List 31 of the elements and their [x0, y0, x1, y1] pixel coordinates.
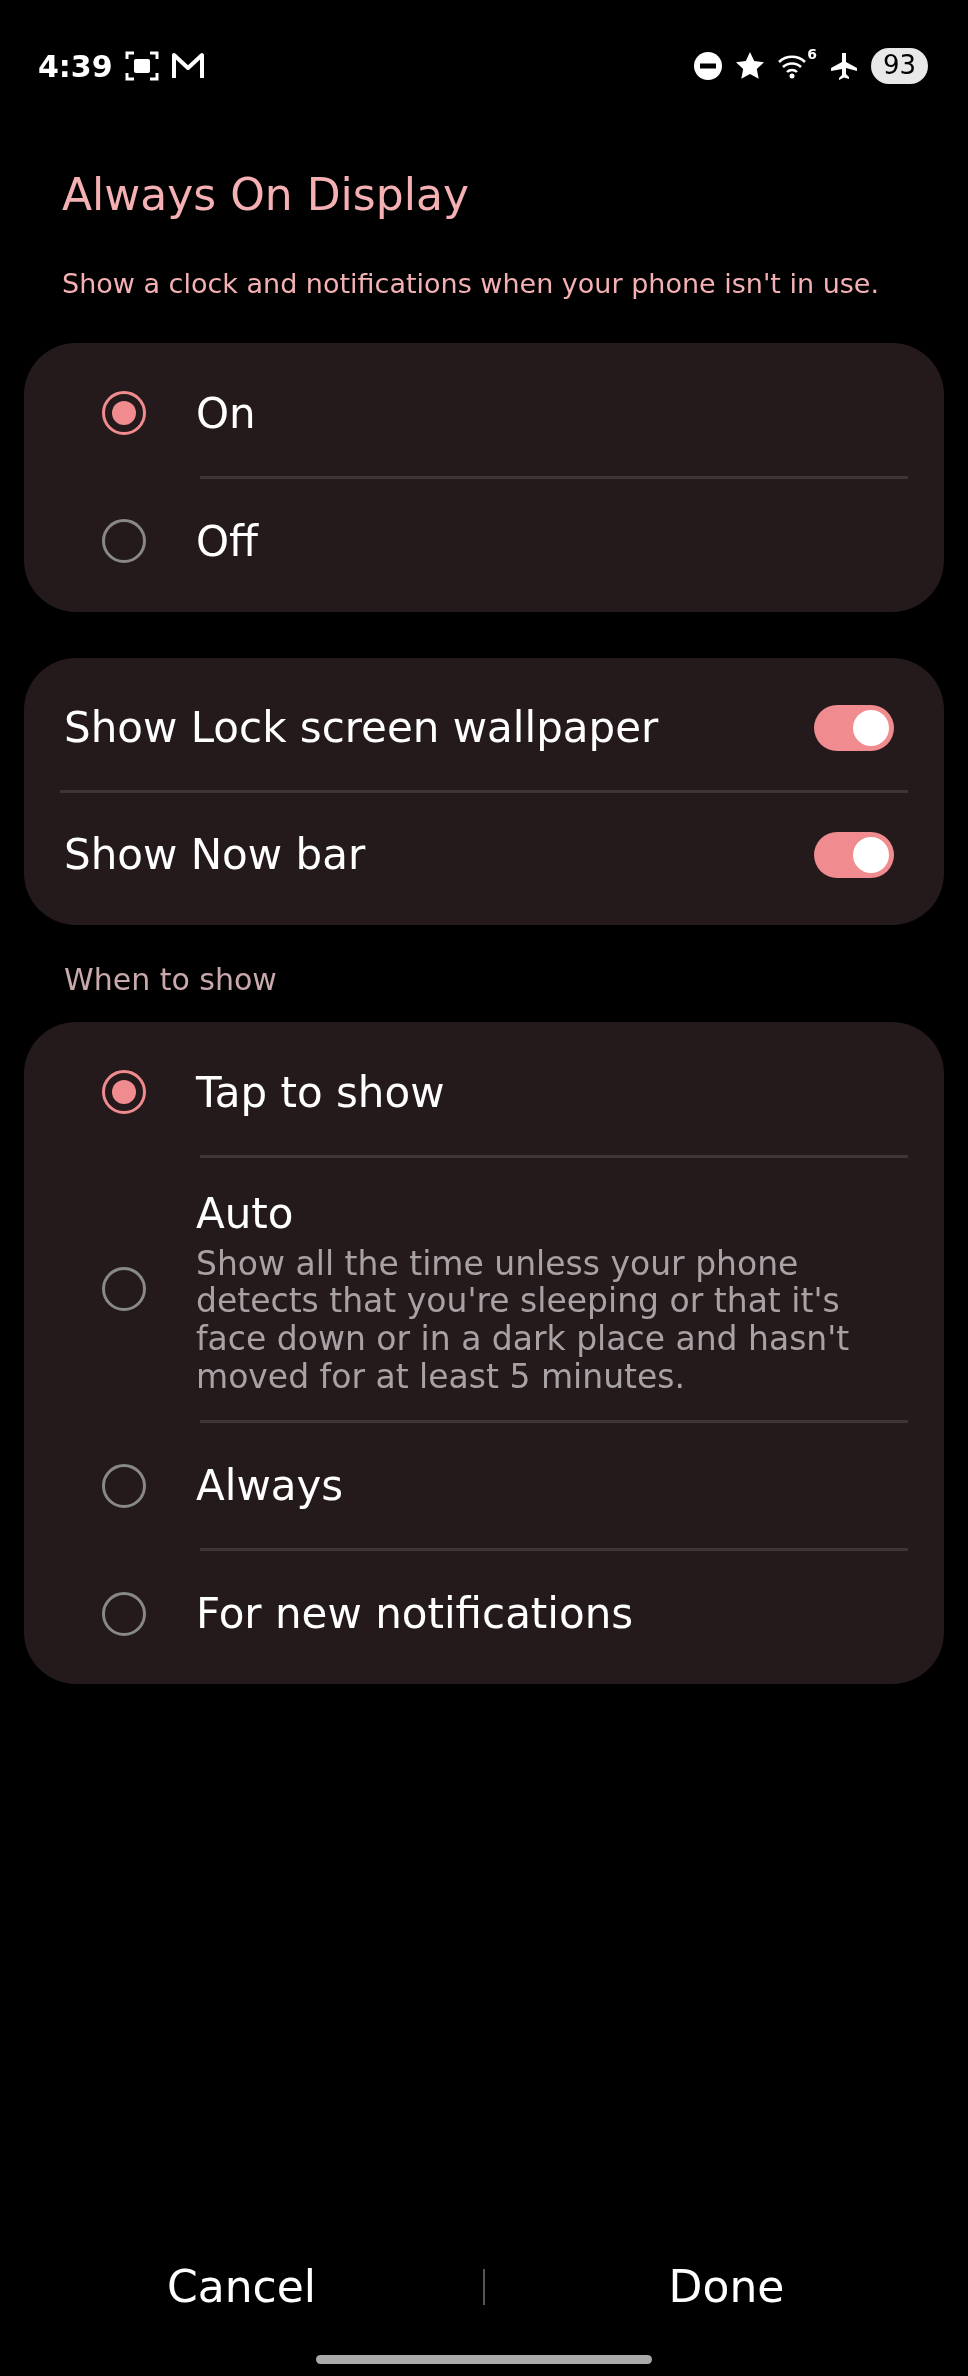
wifi-label: 6: [807, 45, 817, 65]
radio-button[interactable]: [102, 1591, 146, 1636]
cancel-button[interactable]: Cancel: [0, 2253, 483, 2321]
wifi-icon: [777, 53, 808, 79]
toggle-switch[interactable]: [814, 704, 894, 751]
option-label: Tap to show: [196, 1066, 445, 1119]
airplane-icon: [828, 51, 859, 81]
clock: 4:39: [38, 47, 113, 86]
option-label: On: [196, 387, 256, 440]
star-icon: [735, 51, 766, 81]
radio-button[interactable]: [102, 519, 146, 563]
setting-label: Show Lock screen wallpaper: [64, 702, 659, 754]
toggle-switch[interactable]: [814, 831, 894, 878]
page-description: Show a clock and notifications when your phone isn't in use.: [62, 267, 881, 301]
radio-button[interactable]: [102, 1463, 146, 1508]
radio-button[interactable]: [102, 1070, 146, 1114]
radio-button[interactable]: [102, 391, 146, 435]
setting-label: Show Now bar: [64, 829, 366, 881]
option-label: Off: [196, 515, 258, 568]
option-description: Show all the time unless your phone detects that you're sleeping or that it's face down or in a dark place and hasn't moved for at least 5 minutes.: [196, 1244, 851, 1397]
do-not-disturb-icon: [693, 51, 724, 81]
section-header: When to show: [64, 960, 278, 999]
radio-button[interactable]: [102, 1266, 146, 1311]
battery-level: 93: [870, 48, 928, 84]
option-label: Always: [196, 1460, 344, 1513]
mail-icon: [170, 52, 205, 80]
page-title: Always On Display: [62, 168, 470, 222]
screenshot-icon: [124, 50, 159, 82]
option-label: For new notifications: [196, 1588, 634, 1641]
done-button[interactable]: Done: [485, 2253, 968, 2321]
option-label: Auto: [196, 1187, 295, 1240]
